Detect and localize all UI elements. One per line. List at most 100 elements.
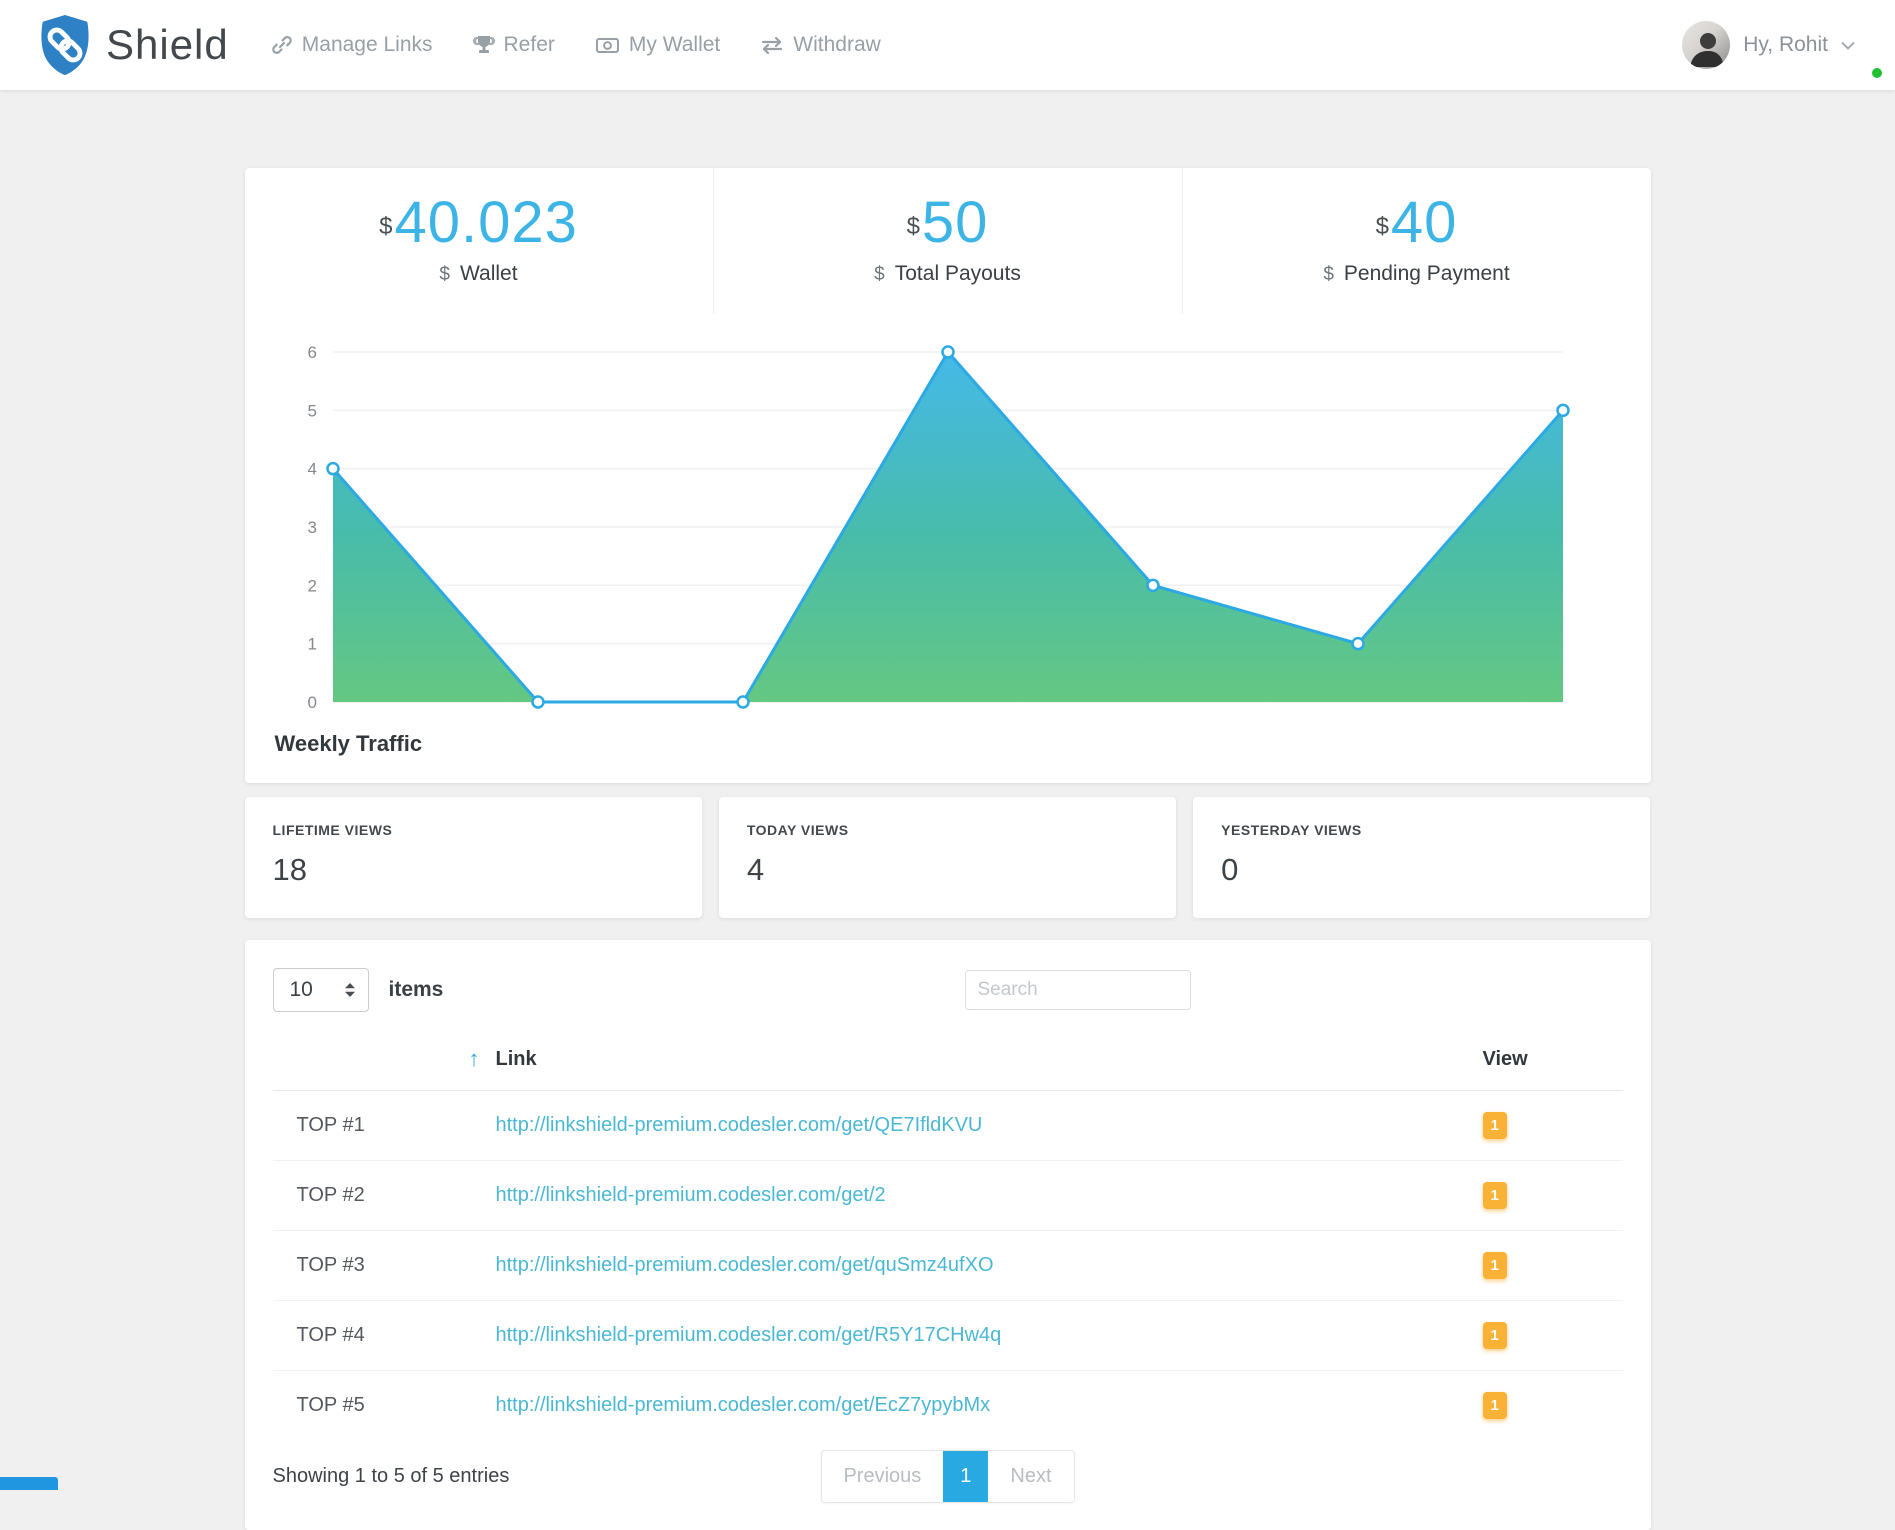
rank-cell: TOP #5: [296, 1394, 365, 1416]
table-row: TOP #2 http://linkshield-premium.codesle…: [272, 1160, 1623, 1231]
page-size-select[interactable]: 10: [272, 968, 369, 1012]
short-link[interactable]: http://linkshield-premium.codesler.com/g…: [496, 1184, 886, 1206]
link-icon: [272, 36, 292, 54]
view-card-label: YESTERDAY VIEWS: [1221, 822, 1362, 838]
column-header-link[interactable]: Link: [495, 1036, 1483, 1091]
main-nav: Manage Links Refer My Wallet Withdraw: [271, 33, 881, 57]
table-footer: Showing 1 to 5 of 5 entries Previous 1 N…: [273, 1446, 1623, 1506]
table-row: TOP #5 http://linkshield-premium.codesle…: [273, 1371, 1623, 1441]
brand-logo-link[interactable]: Shield: [34, 13, 229, 77]
chart-y-axis-labels: 0 1 2 3 4 5 6: [307, 343, 316, 712]
select-spinner-icon: [344, 983, 355, 997]
svg-text:0: 0: [307, 693, 316, 712]
stat-value: 50: [921, 190, 989, 255]
page-1-button[interactable]: 1: [943, 1450, 989, 1502]
stat-pending-payment: $40 $ Pending Payment: [1181, 168, 1651, 314]
short-link[interactable]: http://linkshield-premium.codesler.com/g…: [496, 1114, 983, 1136]
dollar-icon: $: [439, 264, 450, 285]
nav-label: Manage Links: [301, 33, 433, 56]
dollar-icon: $: [1323, 264, 1334, 285]
dashboard-summary-card: $40.023 $Wallet $50 $Total Payouts $40: [244, 168, 1651, 783]
user-greeting: Hy, Rohit: [1743, 33, 1828, 56]
table-row: TOP #4 http://linkshield-premium.codesle…: [272, 1300, 1623, 1371]
nav-withdraw[interactable]: Withdraw: [760, 33, 881, 57]
svg-text:2: 2: [307, 576, 316, 595]
views-badge: 1: [1482, 1322, 1507, 1349]
avatar: [1682, 21, 1731, 69]
sort-ascending-icon[interactable]: ↑: [469, 1046, 480, 1071]
rank-cell: TOP #3: [272, 1230, 496, 1301]
view-card-label: TODAY VIEWS: [746, 822, 849, 838]
top-navigation-bar: Shield Manage Links Refer My Wallet With…: [0, 0, 1895, 90]
view-card-value: 0: [1221, 852, 1239, 887]
views-cards-row: LIFETIME VIEWS 18 TODAY VIEWS 4 YESTERDA…: [244, 797, 1651, 918]
stat-wallet: $40.023 $ Wallet: [245, 168, 713, 314]
stat-label: Wallet: [460, 262, 518, 285]
brand-name: Shield: [106, 21, 229, 68]
pagination: Previous 1 Next: [820, 1449, 1075, 1503]
table-row: TOP #3 http://linkshield-premium.codesle…: [272, 1230, 1623, 1301]
online-status-dot: [1870, 66, 1884, 80]
dollar-icon: $: [874, 264, 885, 285]
svg-text:4: 4: [307, 460, 316, 479]
table-row: TOP #1 http://linkshield-premium.codesle…: [272, 1090, 1623, 1161]
nav-label: My Wallet: [628, 33, 721, 56]
nav-my-wallet[interactable]: My Wallet: [595, 33, 720, 57]
view-card-value: 18: [272, 852, 307, 887]
trophy-icon: [472, 36, 495, 53]
today-views-card: TODAY VIEWS 4: [718, 797, 1177, 918]
wallet-icon: [595, 38, 619, 53]
currency-symbol: $: [1375, 213, 1389, 240]
currency-symbol: $: [906, 213, 920, 240]
svg-text:5: 5: [307, 401, 316, 420]
chat-widget[interactable]: [0, 1477, 58, 1490]
rank-cell: TOP #1: [272, 1090, 496, 1161]
column-header-view[interactable]: View: [1482, 1036, 1623, 1091]
views-badge: 1: [1482, 1252, 1507, 1279]
view-card-label: LIFETIME VIEWS: [272, 822, 393, 838]
area-chart-canvas: 0 1 2 3 4 5 6: [307, 343, 1570, 712]
withdraw-icon: [762, 36, 783, 55]
svg-text:6: 6: [307, 343, 316, 362]
user-menu[interactable]: Hy, Rohit: [1682, 21, 1884, 80]
short-link[interactable]: http://linkshield-premium.codesler.com/g…: [496, 1394, 991, 1416]
page-size-value: 10: [289, 978, 313, 1001]
stat-value: 40.023: [394, 190, 578, 255]
top-links-table-card: 10 items ↑ Link View TOP #1 http://links…: [244, 940, 1651, 1530]
nav-manage-links[interactable]: Manage Links: [271, 33, 433, 57]
shield-logo-icon: [41, 14, 89, 76]
svg-text:3: 3: [307, 518, 316, 537]
stat-total-payouts: $50 $ Total Payouts: [712, 168, 1182, 314]
short-link[interactable]: http://linkshield-premium.codesler.com/g…: [496, 1324, 1002, 1346]
yesterday-views-card: YESTERDAY VIEWS 0: [1193, 797, 1651, 918]
view-card-value: 4: [746, 852, 765, 887]
stat-value: 40: [1390, 190, 1458, 255]
chevron-down-icon: [1841, 41, 1855, 50]
nav-refer[interactable]: Refer: [472, 33, 555, 57]
nav-label: Refer: [503, 33, 555, 56]
views-badge: 1: [1482, 1182, 1507, 1209]
lifetime-views-card: LIFETIME VIEWS 18: [244, 797, 702, 918]
balance-stats-row: $40.023 $ Wallet $50 $ Total Payouts $40: [245, 168, 1651, 314]
stat-label: Total Payouts: [894, 262, 1021, 285]
table-header-row: ↑ Link View: [272, 1036, 1623, 1091]
short-link[interactable]: http://linkshield-premium.codesler.com/g…: [496, 1254, 994, 1276]
next-page-button[interactable]: Next: [988, 1450, 1074, 1502]
previous-page-button[interactable]: Previous: [821, 1450, 944, 1502]
rank-cell: TOP #2: [272, 1160, 496, 1231]
views-badge: 1: [1482, 1392, 1507, 1419]
rank-cell: TOP #4: [272, 1300, 496, 1371]
stat-label: Pending Payment: [1343, 262, 1510, 285]
top-links-table: ↑ Link View TOP #1 http://linkshield-pre…: [272, 1036, 1623, 1441]
currency-symbol: $: [379, 213, 393, 240]
table-controls-row: 10 items: [272, 968, 1623, 1012]
avatar-person-icon: [1690, 33, 1724, 67]
chart-title: Weekly Traffic: [274, 731, 423, 756]
svg-text:1: 1: [307, 635, 316, 654]
weekly-traffic-chart: 0 1 2 3 4 5 6 Weekly Traffic: [245, 314, 1651, 757]
items-label: items: [388, 978, 444, 1001]
entries-summary: Showing 1 to 5 of 5 entries: [272, 1464, 510, 1487]
views-badge: 1: [1482, 1112, 1507, 1139]
nav-label: Withdraw: [793, 33, 881, 56]
search-input[interactable]: [964, 970, 1191, 1010]
